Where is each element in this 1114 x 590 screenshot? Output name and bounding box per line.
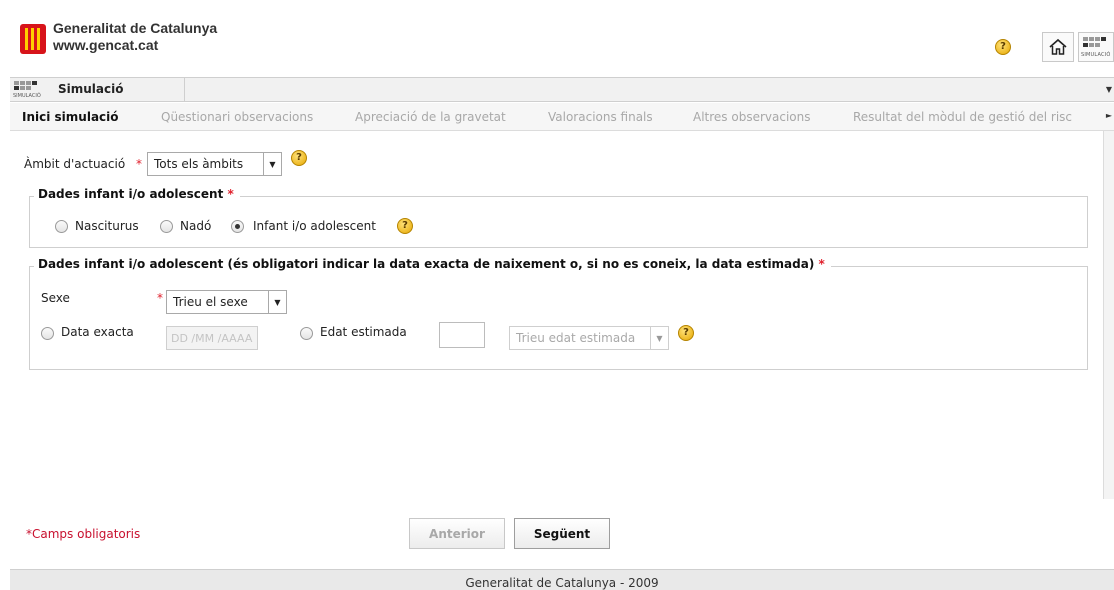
chevron-down-icon: ▼: [263, 153, 281, 175]
page-footer: Generalitat de Catalunya - 2009: [10, 569, 1114, 590]
ambit-selected-value: Tots els àmbits: [154, 157, 244, 171]
content-scrollbar[interactable]: [1103, 131, 1114, 499]
page-title: Simulació: [58, 82, 124, 96]
ambit-label: Àmbit d'actuació: [24, 157, 126, 171]
tab-valoracions-finals[interactable]: Valoracions finals: [548, 110, 653, 124]
radio-nasciturus-label: Nasciturus: [75, 219, 139, 233]
tab-apreciacio-gravetat[interactable]: Apreciació de la gravetat: [355, 110, 506, 124]
simulation-module-icon[interactable]: SIMULACIÓ: [1078, 32, 1114, 62]
ambit-help-icon[interactable]: ?: [291, 150, 307, 166]
section1-legend: Dades infant i/o adolescent *: [34, 187, 240, 201]
sexe-select[interactable]: Trieu el sexe ▼: [166, 290, 287, 314]
next-button[interactable]: Següent: [514, 518, 610, 549]
simulation-grid-icon: [14, 81, 37, 90]
section-birth-data: [29, 266, 1088, 370]
tab-bar: Inici simulació Qüestionari observacions…: [10, 103, 1114, 131]
radio-nasciturus[interactable]: [55, 220, 68, 233]
help-icon[interactable]: ?: [995, 39, 1011, 55]
section1-help-icon[interactable]: ?: [397, 218, 413, 234]
org-url[interactable]: www.gencat.cat: [53, 37, 158, 54]
radio-data-exacta[interactable]: [41, 327, 54, 340]
footer-text: Generalitat de Catalunya - 2009: [465, 576, 659, 590]
date-exacta-input[interactable]: DD /MM /AAAA: [166, 326, 258, 350]
home-button[interactable]: [1042, 32, 1074, 62]
tab-altres-observacions[interactable]: Altres observacions: [693, 110, 810, 124]
radio-nado[interactable]: [160, 220, 173, 233]
edat-estimada-select[interactable]: Trieu edat estimada ▼: [509, 326, 669, 350]
app-header: Generalitat de Catalunya www.gencat.cat …: [10, 10, 1114, 66]
gencat-logo: [20, 24, 46, 54]
section2-legend: Dades infant i/o adolescent (és obligato…: [34, 257, 831, 271]
edat-estimada-selected: Trieu edat estimada: [516, 331, 636, 345]
required-fields-note: *Camps obligatoris: [26, 527, 141, 541]
title-cell: SIMULACIÓ Simulació: [10, 78, 185, 101]
org-name: Generalitat de Catalunya: [53, 20, 218, 36]
ambit-required-mark: *: [136, 157, 142, 171]
tabs-scroll-arrow-icon[interactable]: ►: [1106, 111, 1112, 120]
chevron-down-icon: ▼: [650, 327, 668, 349]
sexe-label: Sexe: [41, 291, 70, 305]
section2-help-icon[interactable]: ?: [678, 325, 694, 341]
title-icon-label: SIMULACIÓ: [13, 93, 41, 99]
tab-questionari-observacions[interactable]: Qüestionari observacions: [161, 110, 313, 124]
radio-infant-adolescent[interactable]: [231, 220, 244, 233]
sexe-required-mark: *: [157, 291, 163, 305]
edat-estimada-label: Edat estimada: [320, 325, 407, 339]
chevron-down-icon: ▼: [268, 291, 286, 313]
title-bar: SIMULACIÓ Simulació ▼: [10, 77, 1114, 102]
tab-resultat-modul[interactable]: Resultat del mòdul de gestió del risc: [853, 110, 1072, 124]
radio-edat-estimada[interactable]: [300, 327, 313, 340]
ambit-select[interactable]: Tots els àmbits ▼: [147, 152, 282, 176]
radio-nado-label: Nadó: [180, 219, 212, 233]
sexe-selected-value: Trieu el sexe: [173, 295, 248, 309]
previous-button[interactable]: Anterior: [409, 518, 505, 549]
radio-infant-adolescent-label: Infant i/o adolescent: [253, 219, 376, 233]
tab-inici-simulacio[interactable]: Inici simulació: [22, 110, 119, 124]
dropdown-arrow-icon[interactable]: ▼: [1106, 85, 1112, 94]
data-exacta-label: Data exacta: [61, 325, 134, 339]
home-icon: [1049, 38, 1067, 55]
date-placeholder: DD /MM /AAAA: [171, 331, 253, 345]
edat-estimada-input[interactable]: [439, 322, 485, 348]
module-icon-label: SIMULACIÓ: [1081, 52, 1111, 58]
